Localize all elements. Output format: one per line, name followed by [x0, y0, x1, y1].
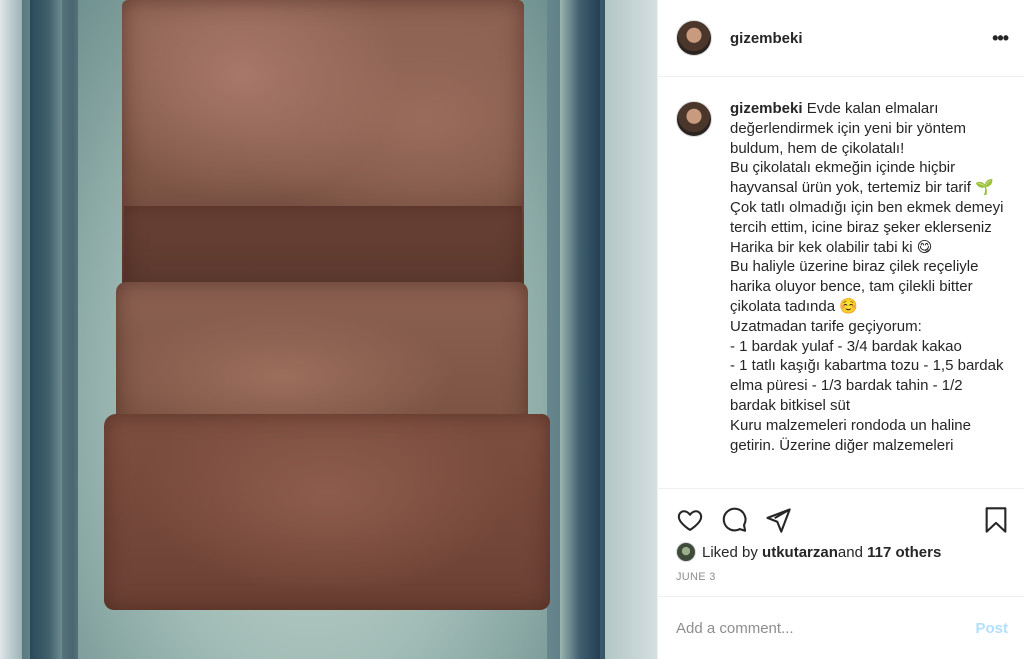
action-bar — [658, 489, 1024, 537]
bookmark-icon[interactable] — [982, 506, 1010, 534]
plate-edge — [0, 0, 22, 659]
post-side-panel: gizembeki ••• gizembeki Evde kalan elmal… — [657, 0, 1024, 659]
comment-input[interactable] — [676, 619, 976, 637]
avatar[interactable] — [676, 20, 712, 56]
add-comment-bar: Post — [658, 596, 1024, 659]
caption-username[interactable]: gizembeki — [730, 100, 803, 117]
likes-prefix: Liked by — [702, 543, 758, 561]
post-header: gizembeki ••• — [658, 0, 1024, 77]
caption: gizembeki Evde kalan elmaları değerlendi… — [730, 99, 1008, 488]
comments-section[interactable]: gizembeki Evde kalan elmaları değerlendi… — [658, 77, 1024, 489]
plate-rim-right — [560, 0, 600, 659]
plate-rim-left — [30, 0, 62, 659]
comment-icon[interactable] — [720, 506, 748, 534]
liker-avatar[interactable] — [676, 542, 696, 562]
likes-summary: Liked by utkutarzan and 117 others — [658, 537, 1024, 562]
more-options-icon[interactable]: ••• — [992, 28, 1009, 49]
caption-avatar[interactable] — [676, 101, 712, 137]
bread-slice — [104, 414, 550, 610]
post-date[interactable]: JUNE 3 — [658, 561, 1024, 599]
instagram-post: gizembeki ••• gizembeki Evde kalan elmal… — [0, 0, 1024, 659]
heart-icon[interactable] — [676, 506, 704, 534]
share-icon[interactable] — [764, 506, 792, 534]
liker-username[interactable]: utkutarzan — [762, 544, 838, 561]
header-username[interactable]: gizembeki — [730, 30, 992, 47]
caption-text: Evde kalan elmaları değerlendirmek için … — [730, 100, 1004, 454]
likes-middle: and — [837, 543, 863, 561]
post-photo[interactable] — [0, 0, 657, 659]
likes-others-link[interactable]: 117 others — [867, 544, 941, 561]
post-button[interactable]: Post — [975, 620, 1008, 637]
plate-edge-right — [605, 0, 657, 659]
